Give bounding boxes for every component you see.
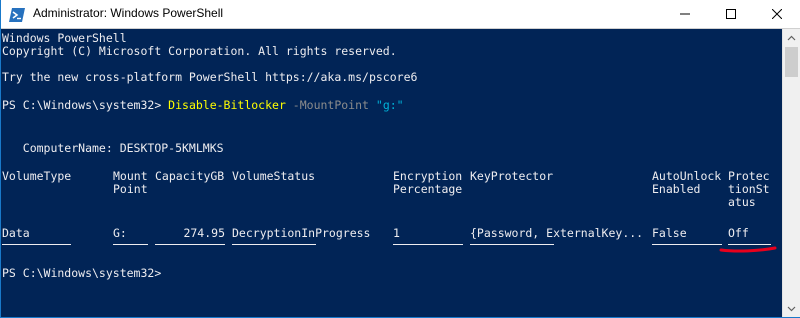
prompt: PS C:\Windows\system32> — [2, 98, 169, 112]
cell-protection-status: Off — [728, 226, 749, 240]
command-parameter: -MountPoint — [285, 98, 376, 112]
header-rule-volume-status — [232, 244, 316, 245]
scroll-down-button[interactable] — [783, 300, 800, 317]
cell-volume-type: Data — [2, 226, 30, 240]
cell-encryption-percentage: 1 — [393, 226, 400, 240]
window-title: Administrator: Windows PowerShell — [33, 6, 224, 20]
cell-volume-status: DecryptionInProgress — [232, 226, 371, 240]
maximize-icon — [726, 9, 736, 19]
header-volume-type: VolumeType — [2, 169, 72, 183]
cell-mount-point: G: — [113, 226, 127, 240]
scroll-up-button[interactable] — [783, 29, 800, 46]
header-rule-volume-type — [2, 244, 71, 245]
computer-name: ComputerName: DESKTOP-5KMLMKS — [2, 141, 224, 155]
red-underline-annotation — [719, 246, 777, 253]
powershell-icon — [9, 7, 25, 22]
console-output[interactable]: Windows PowerShell Copyright (C) Microso… — [1, 29, 782, 317]
header-mount-point: Mount Point — [113, 169, 148, 196]
header-rule-key-protector — [470, 244, 554, 245]
prompt-line: PS C:\Windows\system32> — [2, 266, 162, 280]
header-capacity: CapacityGB — [155, 169, 225, 183]
banner-pscore-link: Try the new cross-platform PowerShell ht… — [2, 70, 418, 84]
powershell-window: Administrator: Windows PowerShell Window… — [0, 0, 800, 318]
cell-key-protector: {Password, ExternalKey... — [470, 226, 644, 240]
header-protection-status: Protec tionSt atus — [728, 169, 770, 209]
maximize-button[interactable] — [708, 0, 754, 28]
banner-copyright: Copyright (C) Microsoft Corporation. All… — [2, 44, 397, 58]
header-rule-auto-unlock — [652, 244, 722, 245]
header-volume-status: VolumeStatus — [232, 169, 316, 183]
header-auto-unlock: AutoUnlock Enabled — [652, 169, 722, 196]
command-argument: "g:" — [375, 98, 404, 112]
title-bar[interactable]: Administrator: Windows PowerShell — [1, 0, 800, 29]
minimize-icon — [680, 13, 690, 15]
header-key-protector: KeyProtector — [470, 169, 554, 183]
vertical-scrollbar[interactable] — [782, 29, 800, 317]
header-rule-capacity — [155, 244, 225, 245]
close-icon — [772, 9, 782, 19]
minimize-button[interactable] — [662, 0, 708, 28]
scroll-thumb[interactable] — [785, 47, 798, 77]
header-encryption-percentage: Encryption Percentage — [393, 169, 463, 196]
close-button[interactable] — [754, 0, 800, 28]
chevron-down-icon — [787, 306, 796, 311]
command-line: PS C:\Windows\system32> Disable-Bitlocke… — [2, 99, 404, 112]
header-rule-mount-point — [113, 244, 148, 245]
cell-capacity: 274.95 — [183, 226, 225, 240]
chevron-up-icon — [787, 35, 796, 40]
header-rule-encryption-percentage — [393, 244, 463, 245]
command-name: Disable-Bitlocker — [168, 98, 286, 112]
cell-auto-unlock: False — [652, 226, 687, 240]
